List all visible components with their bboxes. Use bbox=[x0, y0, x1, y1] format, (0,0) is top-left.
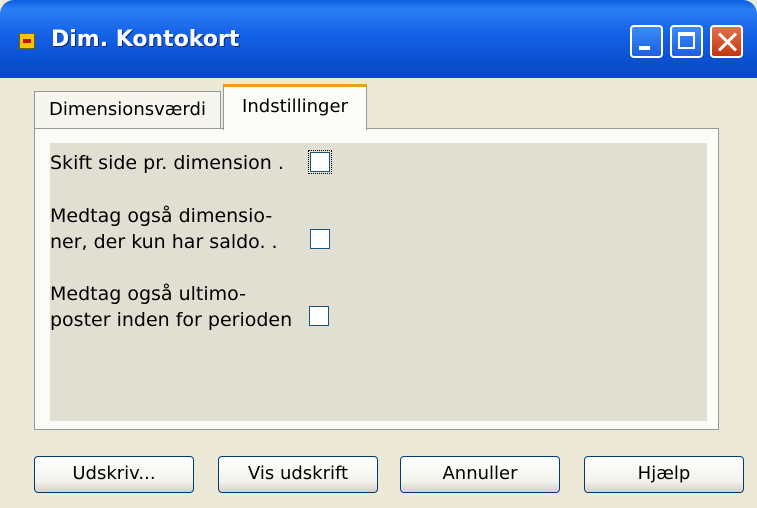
help-button[interactable]: Hjælp bbox=[584, 456, 744, 493]
option-label-line: poster inden for perioden bbox=[50, 309, 293, 331]
close-icon[interactable] bbox=[710, 25, 743, 58]
dialog-window: Dim. Kontokort Dimensionsværdi Indstilli… bbox=[0, 0, 757, 508]
option-label-line: Skift side pr. dimension . bbox=[50, 152, 284, 174]
title-bar[interactable]: Dim. Kontokort bbox=[0, 0, 757, 78]
tab-indstillinger[interactable]: Indstillinger bbox=[223, 84, 367, 130]
window-title: Dim. Kontokort bbox=[51, 27, 240, 52]
option-label-line: Medtag også dimensio- bbox=[50, 205, 273, 227]
maximize-icon[interactable] bbox=[670, 25, 703, 58]
option-label-medtag-ultimo: Medtag også ultimo- poster inden for per… bbox=[50, 281, 292, 333]
preview-button[interactable]: Vis udskrift bbox=[218, 456, 378, 493]
checkbox-medtag-dimensioner[interactable] bbox=[310, 229, 330, 249]
checkbox-medtag-ultimo[interactable] bbox=[309, 306, 329, 326]
print-button[interactable]: Udskriv... bbox=[34, 456, 194, 493]
minimize-icon[interactable] bbox=[630, 25, 663, 58]
option-label-line: Medtag også ultimo- bbox=[50, 283, 246, 305]
app-icon[interactable] bbox=[19, 33, 35, 49]
cancel-button[interactable]: Annuller bbox=[400, 456, 560, 493]
option-label-skift-side: Skift side pr. dimension . bbox=[50, 150, 284, 176]
option-label-line: ner, der kun har saldo. . bbox=[50, 231, 278, 253]
option-label-medtag-dimensioner: Medtag også dimensio- ner, der kun har s… bbox=[50, 203, 278, 255]
checkbox-skift-side[interactable] bbox=[308, 150, 332, 174]
tab-dimensionsvaerdi[interactable]: Dimensionsværdi bbox=[34, 91, 221, 129]
